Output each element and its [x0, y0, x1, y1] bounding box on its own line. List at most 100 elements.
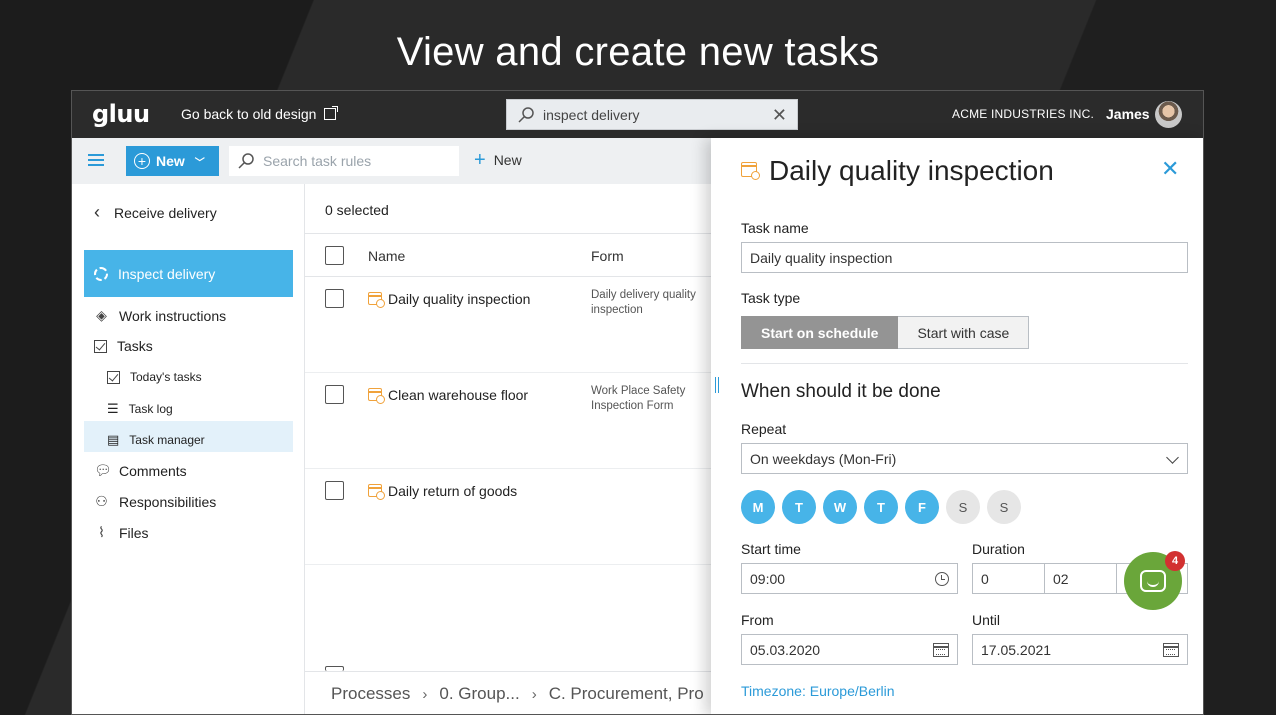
checkbox-icon: [94, 339, 107, 353]
company-name[interactable]: ACME INDUSTRIES INC.: [952, 107, 1094, 121]
task-name[interactable]: Daily quality inspection: [388, 291, 530, 307]
repeat-label: Repeat: [741, 421, 787, 437]
user-name[interactable]: James: [1106, 106, 1150, 122]
sidebar-item-label: Files: [119, 524, 149, 541]
start-time-label: Start time: [741, 541, 801, 557]
sidebar-item-work-instructions[interactable]: ◈ Work instructions: [94, 307, 226, 324]
back-label: Receive delivery: [114, 204, 217, 221]
day-toggle-sunday[interactable]: S: [987, 490, 1021, 524]
sidebar-subitem-todays-tasks[interactable]: Today's tasks: [107, 370, 202, 384]
start-on-schedule-option[interactable]: Start on schedule: [741, 316, 899, 349]
duration-days-value: 0: [981, 570, 989, 587]
external-link-icon: [324, 106, 339, 120]
row-checkbox[interactable]: [325, 289, 344, 308]
scheduled-task-icon: [741, 162, 760, 180]
close-icon[interactable]: ✕: [1161, 156, 1179, 182]
day-toggle-wednesday[interactable]: W: [823, 490, 857, 524]
form-icon: ▤: [107, 432, 120, 447]
day-toggle-friday[interactable]: F: [905, 490, 939, 524]
row-checkbox[interactable]: [325, 481, 344, 500]
new-task-label: New: [493, 152, 522, 168]
start-with-case-option[interactable]: Start with case: [898, 316, 1030, 349]
task-name-label: Task name: [741, 220, 809, 236]
task-name-value: Daily quality inspection: [750, 249, 893, 266]
resize-handle[interactable]: [715, 377, 719, 393]
process-icon: [94, 266, 108, 281]
sidebar-active-label: Inspect delivery: [118, 265, 216, 282]
table-row[interactable]: Daily quality inspection Daily delivery …: [305, 277, 711, 373]
calendar-icon: [1163, 643, 1179, 657]
start-time-field[interactable]: 09:00: [741, 563, 958, 594]
row-checkbox[interactable]: [325, 385, 344, 404]
sidebar-item-comments[interactable]: 💬︎ Comments: [94, 462, 187, 479]
sidebar-item-label: Comments: [119, 462, 187, 479]
sidebar-item-responsibilities[interactable]: ⚇ Responsibilities: [94, 493, 216, 510]
global-search[interactable]: inspect delivery ✕: [506, 99, 798, 130]
column-header-name[interactable]: Name: [368, 248, 405, 264]
chevron-right-icon: ›: [422, 685, 428, 703]
task-name[interactable]: Daily return of goods: [388, 483, 517, 499]
task-form: Work Place Safety Inspection Form: [591, 385, 686, 412]
comment-icon: 💬︎: [94, 462, 112, 478]
task-rule-search[interactable]: Search task rules: [229, 146, 459, 176]
clear-search-icon[interactable]: ✕: [772, 105, 787, 126]
scheduled-task-icon: [368, 484, 385, 500]
sidebar-subitem-task-log[interactable]: ☰ Task log: [107, 401, 173, 417]
global-search-value: inspect delivery: [543, 106, 640, 123]
duration-label: Duration: [972, 541, 1025, 557]
sidebar-item-files[interactable]: ⌇ Files: [94, 524, 149, 541]
avatar[interactable]: [1155, 101, 1182, 128]
from-date-field[interactable]: 05.03.2020: [741, 634, 958, 665]
new-button-label: New: [156, 153, 185, 169]
task-name-field[interactable]: Daily quality inspection: [741, 242, 1188, 273]
breadcrumb-item[interactable]: Processes: [331, 684, 410, 704]
breadcrumb: Processes › 0. Group... › C. Procurement…: [331, 684, 704, 704]
select-all-checkbox[interactable]: [325, 246, 344, 265]
sidebar-item-inspect-delivery[interactable]: Inspect delivery: [84, 250, 293, 297]
chevron-down-icon: ﹀: [194, 157, 205, 169]
breadcrumb-item[interactable]: C. Procurement, Pro: [549, 684, 704, 704]
search-icon: [238, 153, 254, 169]
task-type-toggle: Start on schedule Start with case: [741, 316, 1030, 349]
app-window: gluu Go back to old design inspect deliv…: [71, 90, 1204, 715]
task-name[interactable]: Clean warehouse floor: [388, 387, 528, 403]
until-label: Until: [972, 612, 1001, 628]
duration-days-field[interactable]: 0: [972, 563, 1045, 594]
chat-notification-badge: 4: [1165, 551, 1185, 571]
logo[interactable]: gluu: [92, 100, 150, 128]
column-header-form[interactable]: Form: [591, 248, 624, 264]
table-row[interactable]: Daily return of goods: [305, 469, 711, 565]
chevron-right-icon: ›: [531, 685, 537, 703]
day-toggle-thursday[interactable]: T: [864, 490, 898, 524]
paperclip-icon: ⌇: [98, 524, 105, 540]
task-type-label: Task type: [741, 290, 801, 306]
headline: View and create new tasks: [396, 30, 880, 74]
breadcrumb-item[interactable]: 0. Group...: [439, 684, 519, 704]
sidebar-item-label: Responsibilities: [119, 493, 217, 510]
back-link[interactable]: ‹ Receive delivery: [94, 202, 217, 223]
top-bar: gluu Go back to old design inspect deliv…: [72, 91, 1203, 138]
day-toggle-saturday[interactable]: S: [946, 490, 980, 524]
day-toggle-monday[interactable]: M: [741, 490, 775, 524]
repeat-value: On weekdays (Mon-Fri): [750, 450, 897, 467]
timezone-link[interactable]: Timezone: Europe/Berlin: [741, 683, 895, 699]
hamburger-menu-icon[interactable]: [88, 154, 104, 166]
new-task-link[interactable]: + New: [474, 150, 522, 170]
old-design-link[interactable]: Go back to old design: [181, 106, 339, 122]
table-row[interactable]: Clean warehouse floor Work Place Safety …: [305, 373, 711, 469]
sidebar-item-tasks[interactable]: Tasks: [94, 338, 153, 354]
duration-hours-field[interactable]: 02: [1044, 563, 1117, 594]
panel-title: Daily quality inspection: [769, 155, 1054, 186]
day-toggle-tuesday[interactable]: T: [782, 490, 816, 524]
chevron-down-icon: [1166, 451, 1179, 464]
sidebar-subitem-task-manager[interactable]: ▤ Task manager: [107, 432, 205, 448]
task-form: Daily delivery quality inspection: [591, 289, 696, 316]
sidebar-subitem-label: Task manager: [129, 433, 205, 447]
until-date-value: 17.05.2021: [981, 641, 1052, 658]
old-design-label: Go back to old design: [181, 106, 317, 122]
repeat-select[interactable]: On weekdays (Mon-Fri): [741, 443, 1188, 474]
weekday-picker: M T W T F S S: [741, 490, 1021, 524]
new-button[interactable]: + New ﹀: [126, 146, 219, 176]
list-icon: ☰: [107, 401, 119, 416]
until-date-field[interactable]: 17.05.2021: [972, 634, 1188, 665]
